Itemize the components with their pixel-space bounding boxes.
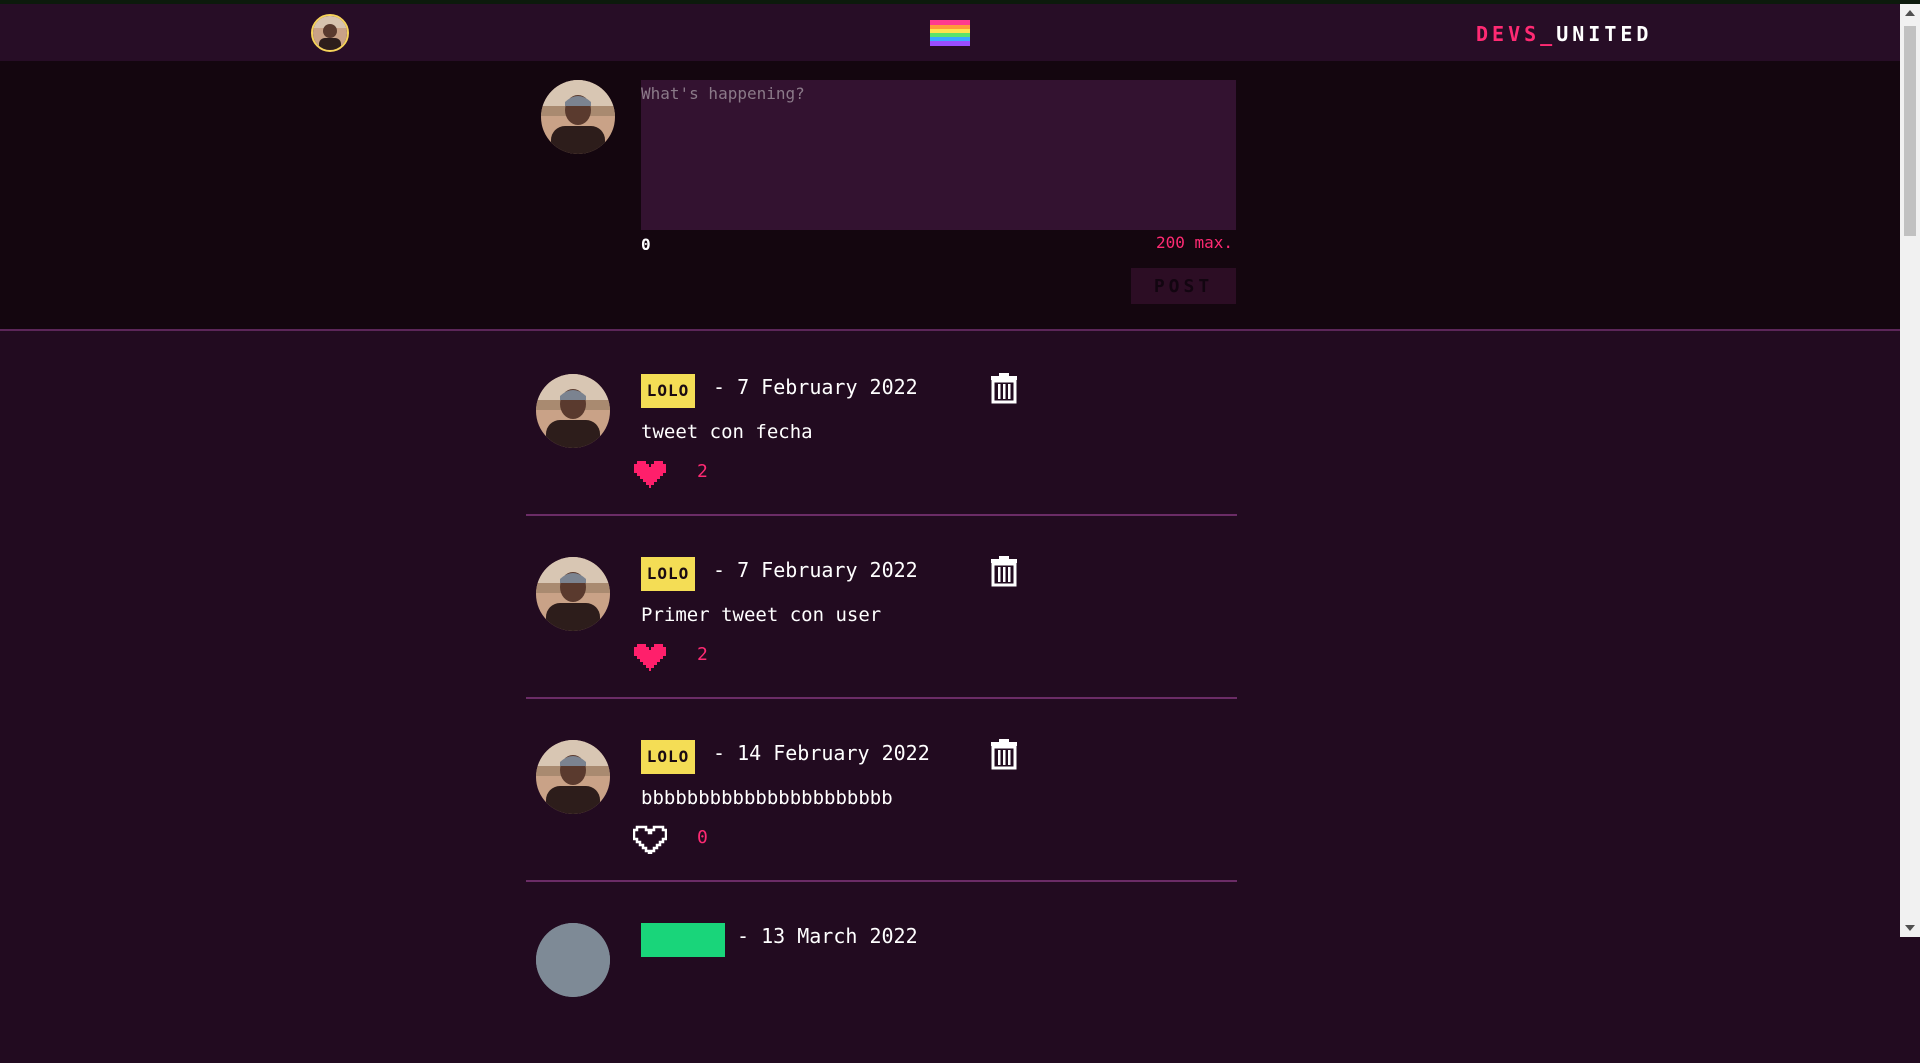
tweet-avatar (536, 374, 610, 448)
post-button[interactable]: POST (1131, 268, 1236, 304)
tweet-text: bbbbbbbbbbbbbbbbbbbbbb (641, 787, 893, 809)
tweet-item: LOLO - 14 February 2022 bbbbbbbbbbbbbbbb… (526, 697, 1237, 882)
tweet-item: - 13 March 2022 (526, 880, 1237, 1063)
rainbow-logo-icon[interactable] (928, 18, 972, 48)
username-badge[interactable]: LOLO (641, 740, 695, 774)
tweet-input[interactable] (641, 80, 1236, 230)
tweet-item: LOLO - 7 February 2022 tweet con fecha 2 (526, 331, 1237, 516)
trash-icon[interactable] (989, 738, 1019, 770)
tweet-date: - 7 February 2022 (713, 375, 918, 399)
username-badge[interactable]: LOLO (641, 557, 695, 591)
tweet-text: tweet con fecha (641, 421, 813, 443)
heart-filled-icon[interactable] (633, 458, 667, 488)
tweet-date: - 7 February 2022 (713, 558, 918, 582)
like-count: 0 (697, 827, 708, 848)
like-count: 2 (697, 644, 708, 665)
username-badge[interactable]: LOLO (641, 374, 695, 408)
heart-outline-icon[interactable] (633, 824, 667, 854)
scroll-up-arrow-icon[interactable] (1905, 10, 1915, 16)
tweet-text: Primer tweet con user (641, 604, 882, 626)
scroll-thumb[interactable] (1904, 26, 1916, 236)
tweet-date: - 13 March 2022 (737, 924, 918, 948)
char-counter: 0 (641, 235, 651, 254)
heart-filled-icon[interactable] (633, 641, 667, 671)
composer-avatar (541, 80, 615, 154)
tweet-composer: 0 200 max. POST (0, 61, 1900, 331)
brand-part-2: UNITED (1556, 22, 1653, 46)
brand-part-1: DEVS_ (1476, 22, 1557, 46)
username-badge[interactable] (641, 923, 725, 957)
max-chars-label: 200 max. (1156, 233, 1234, 252)
scroll-down-arrow-icon[interactable] (1905, 925, 1915, 931)
scrollbar[interactable] (1900, 4, 1920, 937)
like-count: 2 (697, 461, 708, 482)
tweet-avatar (536, 557, 610, 631)
tweet-avatar (536, 923, 610, 997)
trash-icon[interactable] (989, 372, 1019, 404)
tweet-date: - 14 February 2022 (713, 741, 930, 765)
tweet-item: LOLO - 7 February 2022 Primer tweet con … (526, 514, 1237, 699)
profile-avatar[interactable] (311, 14, 349, 52)
navbar: DEVS_UNITED (0, 4, 1900, 61)
trash-icon[interactable] (989, 555, 1019, 587)
brand-name: DEVS_UNITED (1476, 22, 1652, 46)
tweet-avatar (536, 740, 610, 814)
